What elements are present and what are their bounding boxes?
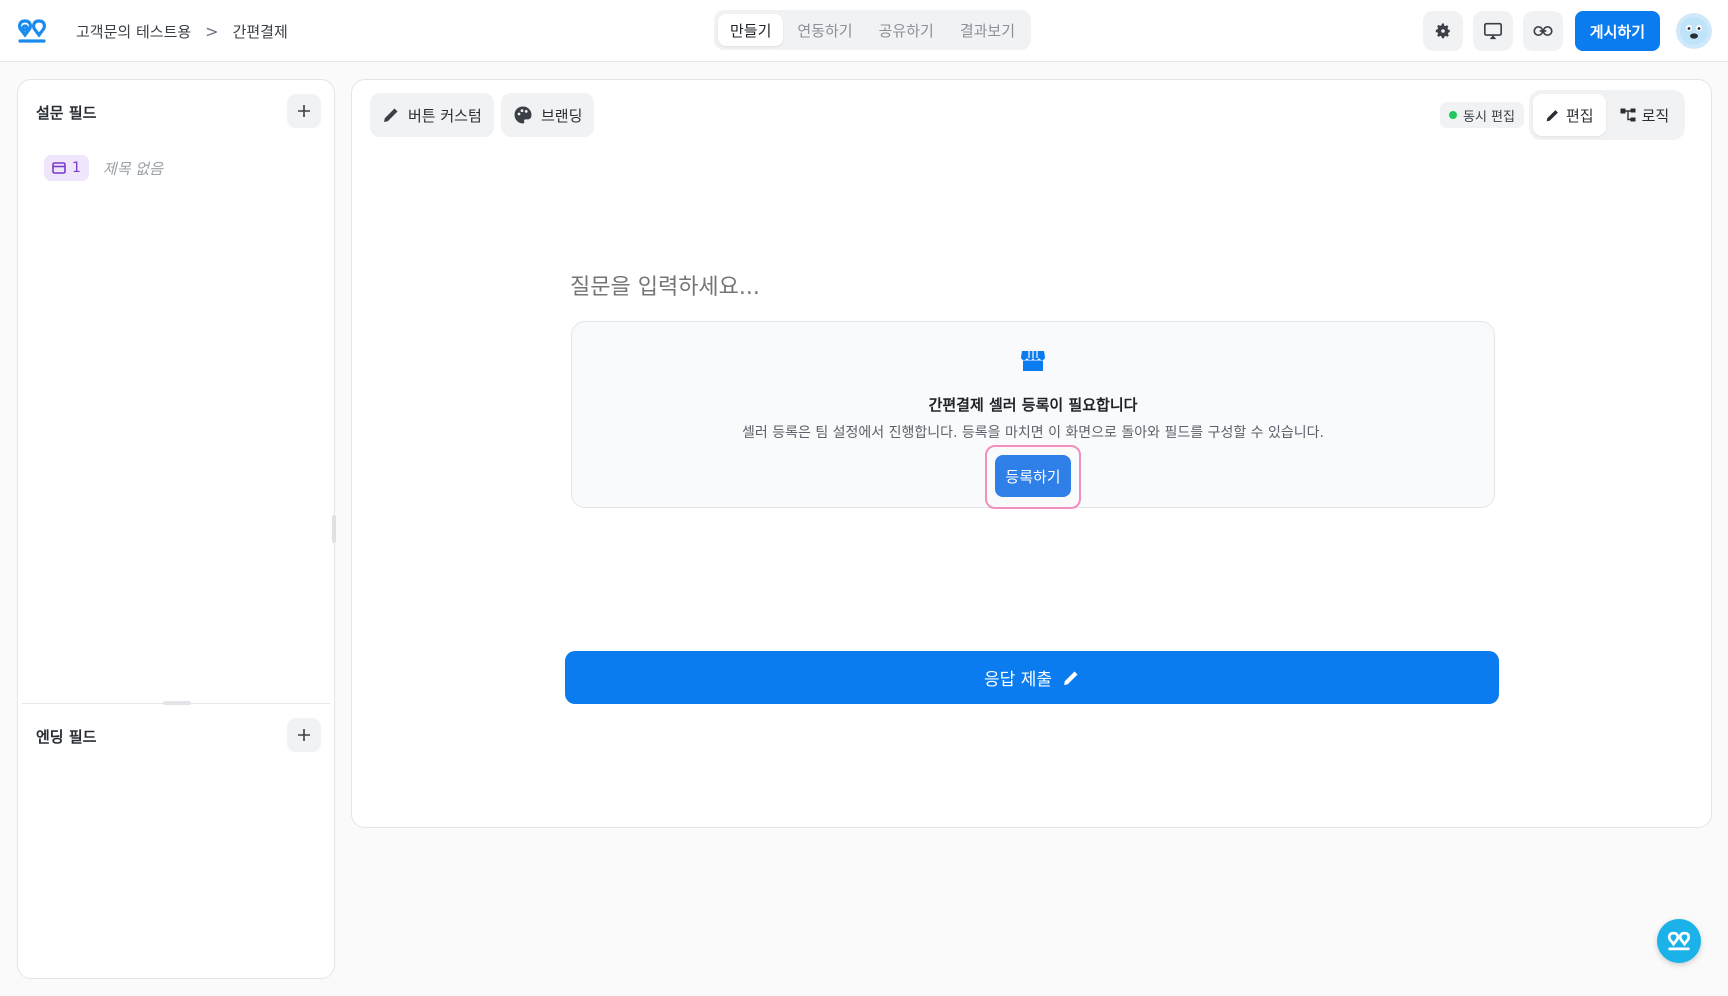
preview-button[interactable] xyxy=(1472,11,1513,51)
section-resize-handle[interactable] xyxy=(163,701,191,705)
plus-icon xyxy=(298,729,310,741)
copy-link-button[interactable] xyxy=(1522,11,1563,51)
palette-icon xyxy=(514,106,532,124)
tab-share[interactable]: 공유하기 xyxy=(867,14,946,46)
question-input[interactable] xyxy=(570,270,1070,304)
breadcrumb-page[interactable]: 간편결제 xyxy=(233,21,288,42)
pencil-icon xyxy=(1063,671,1078,685)
pencil-icon xyxy=(1546,109,1558,121)
publish-button[interactable]: 게시하기 xyxy=(1574,11,1660,51)
breadcrumb: 고객문의 테스트용 > 간편결제 xyxy=(76,0,288,62)
field-title: 제목 없음 xyxy=(102,159,163,178)
settings-button[interactable] xyxy=(1422,11,1463,51)
tab-results[interactable]: 결과보기 xyxy=(948,14,1027,46)
pencil-icon xyxy=(384,108,398,122)
tab-edit[interactable]: 편집 xyxy=(1533,94,1606,136)
edit-label: 편집 xyxy=(1566,106,1594,125)
mode-tabs: 만들기 연동하기 공유하기 결과보기 xyxy=(714,10,1032,50)
register-button-highlight: 등록하기 xyxy=(985,445,1081,509)
live-status-dot xyxy=(1449,111,1457,119)
live-edit-badge: 동시 편집 xyxy=(1440,102,1524,128)
panel-resize-handle[interactable] xyxy=(332,515,336,543)
add-survey-field-button[interactable] xyxy=(287,94,321,128)
avatar[interactable] xyxy=(1676,13,1712,49)
seller-registration-notice: 간편결제 셀러 등록이 필요합니다 셀러 등록은 팀 설정에서 진행합니다. 등… xyxy=(571,321,1495,509)
app-logo-icon[interactable] xyxy=(16,17,48,45)
field-number: 1 xyxy=(72,160,81,176)
fields-panel: 설문 필드 1 제목 없음 엔딩 필드 xyxy=(17,79,335,979)
top-bar: 고객문의 테스트용 > 간편결제 만들기 연동하기 공유하기 결과보기 게시하기 xyxy=(0,0,1728,62)
notice-title: 간편결제 셀러 등록이 필요합니다 xyxy=(928,396,1138,414)
notice-description: 셀러 등록은 팀 설정에서 진행합니다. 등록을 마치면 이 화면으로 돌아와 … xyxy=(742,425,1324,441)
branding-button[interactable]: 브랜딩 xyxy=(501,93,595,137)
view-toggle: 편집 로직 xyxy=(1529,90,1686,140)
live-edit-label: 동시 편집 xyxy=(1463,109,1515,125)
monitor-icon xyxy=(1483,22,1502,40)
payment-card-icon xyxy=(52,162,66,174)
gear-icon xyxy=(1435,23,1450,39)
submit-label: 응답 제출 xyxy=(984,670,1052,690)
ending-fields-title: 엔딩 필드 xyxy=(36,728,97,746)
register-button[interactable]: 등록하기 xyxy=(995,455,1071,497)
top-actions: 게시하기 xyxy=(1422,11,1712,51)
logic-flow-icon xyxy=(1620,108,1636,122)
tab-logic[interactable]: 로직 xyxy=(1608,94,1682,136)
help-chat-button[interactable] xyxy=(1657,919,1701,963)
field-item-1[interactable]: 1 제목 없음 xyxy=(44,154,163,182)
breadcrumb-workspace[interactable]: 고객문의 테스트용 xyxy=(76,21,191,42)
field-badge: 1 xyxy=(44,155,89,181)
logic-label: 로직 xyxy=(1641,106,1670,125)
submit-response-button[interactable]: 응답 제출 xyxy=(565,651,1499,704)
user-avatar-icon xyxy=(1680,17,1708,45)
store-icon xyxy=(1021,351,1045,371)
app-logo-icon xyxy=(1667,931,1691,951)
button-custom-button[interactable]: 버튼 커스텀 xyxy=(370,93,494,137)
form-canvas: 버튼 커스텀 브랜딩 동시 편집 편집 로직 질문을 입력하세요... 간편결제… xyxy=(351,79,1712,828)
link-icon xyxy=(1533,26,1553,36)
tab-create[interactable]: 만들기 xyxy=(718,14,784,46)
branding-label: 브랜딩 xyxy=(541,106,583,125)
survey-fields-title: 설문 필드 xyxy=(36,104,97,122)
button-custom-label: 버튼 커스텀 xyxy=(408,106,482,125)
plus-icon xyxy=(298,105,310,117)
breadcrumb-separator: > xyxy=(205,21,219,41)
tab-integrate[interactable]: 연동하기 xyxy=(785,14,864,46)
add-ending-field-button[interactable] xyxy=(287,718,321,752)
